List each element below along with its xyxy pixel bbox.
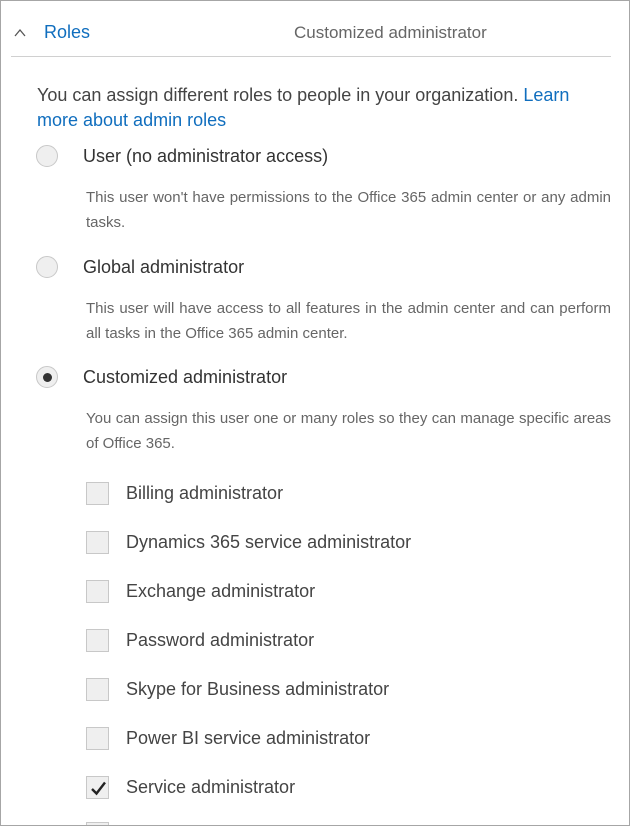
checkbox-label: Power BI service administrator	[126, 728, 371, 748]
checkbox[interactable]	[86, 727, 109, 750]
checkbox[interactable]	[86, 678, 109, 701]
roles-panel: Roles Customized administrator You can a…	[0, 0, 630, 826]
role-label: Customized administrator	[83, 367, 288, 387]
checkbox-partially-visible[interactable]	[86, 822, 109, 825]
section-current-value: Customized administrator	[294, 23, 487, 42]
checkbox-label: Password administrator	[126, 630, 315, 650]
role-label: User (no administrator access)	[83, 146, 329, 166]
section-title[interactable]: Roles	[44, 22, 90, 43]
role-label: Global administrator	[83, 257, 245, 277]
checkbox-label: Exchange administrator	[126, 581, 316, 601]
intro-text: You can assign different roles to people…	[37, 83, 617, 133]
checkbox-checked[interactable]	[86, 776, 109, 799]
role-description-user: This user won't have permissions to the …	[86, 189, 611, 231]
checkbox[interactable]	[86, 482, 109, 505]
role-description-global-admin: This user will have access to all featur…	[86, 300, 611, 342]
chevron-up-icon[interactable]	[14, 28, 26, 38]
roles-section-header[interactable]: Roles Customized administrator	[11, 11, 611, 57]
radio-button-selected[interactable]	[36, 366, 58, 388]
checkbox[interactable]	[86, 629, 109, 652]
radio-button[interactable]	[36, 145, 58, 167]
role-description-customized-admin: You can assign this user one or many rol…	[86, 410, 611, 452]
checkbox-label: Service administrator	[126, 777, 296, 797]
checkbox[interactable]	[86, 531, 109, 554]
checkbox-label: Billing administrator	[126, 483, 284, 503]
checkbox-label: Dynamics 365 service administrator	[126, 532, 412, 552]
checkmark-icon	[91, 781, 106, 796]
checkbox-label: Skype for Business administrator	[126, 679, 390, 699]
checkbox[interactable]	[86, 580, 109, 603]
radio-button[interactable]	[36, 256, 58, 278]
intro-sentence: You can assign different roles to people…	[37, 85, 524, 105]
